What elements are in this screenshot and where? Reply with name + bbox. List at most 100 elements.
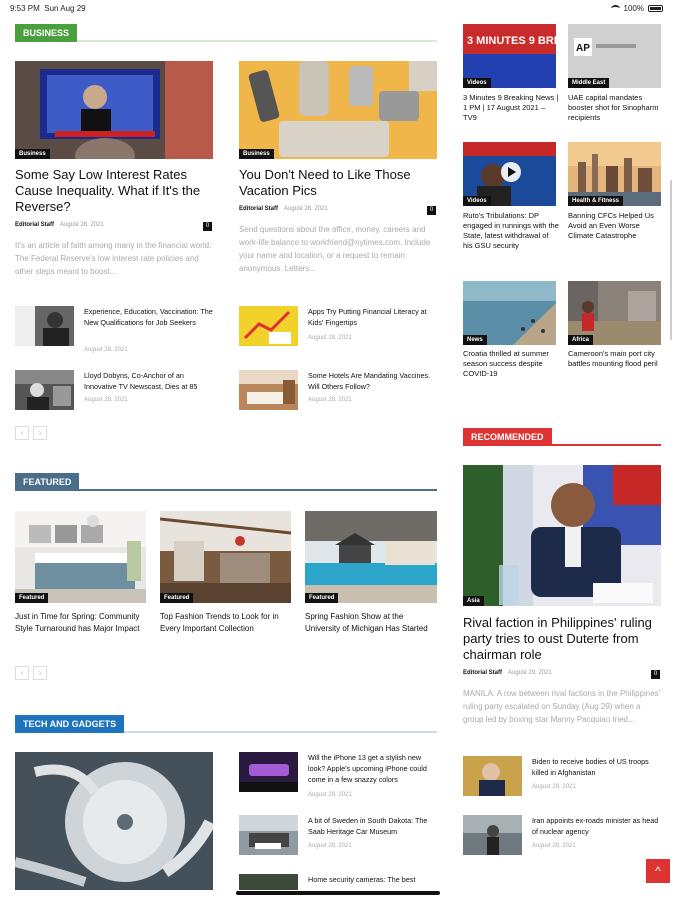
prev-page-button[interactable]: ‹ [15,426,29,440]
article-thumbnail[interactable] [15,752,213,890]
article-meta: Editorial Staff August 28, 2021 [15,222,104,228]
sidebar-caption[interactable]: Banning CFCs Helped Us Avoid an Even Wor… [568,211,664,241]
author-link[interactable]: Editorial Staff [463,670,502,676]
thumb-category-label[interactable]: Africa [568,335,594,345]
article-thumbnail[interactable]: Business [239,61,437,159]
sidebar-thumbnail[interactable]: Videos [463,142,556,206]
thumb-category-label[interactable]: Videos [463,196,491,206]
sidebar-caption[interactable]: Croatia thrilled at summer season succes… [463,349,559,379]
business-tag[interactable]: BUSINESS [15,24,78,42]
battery-icon [648,5,663,12]
article-excerpt: Send questions about the office, money, … [239,225,431,273]
small-thumbnail[interactable] [239,815,298,855]
small-article-title[interactable]: Experience, Education, Vaccination: The … [84,306,214,328]
sidebar-caption[interactable]: 3 Minutes 9 Breaking News | 1 PM | 17 Au… [463,93,559,123]
article-date: August 28, 2021 [308,397,352,403]
article-date: August 28, 2021 [84,347,128,353]
chevron-up-icon: ^ [655,864,661,878]
thumb-category-label[interactable]: Business [239,149,274,159]
small-article-title[interactable]: A bit of Sweden in South Dakota: The Saa… [308,815,438,837]
author-link[interactable]: Editorial Staff [239,206,278,212]
news-anchor-image [15,61,213,159]
thumb-category-label[interactable]: Health & Fitness [568,196,624,206]
article-date: August 29, 2021 [532,843,576,849]
comment-count-badge[interactable]: 0 [427,206,436,215]
featured-title[interactable]: Top Fashion Trends to Look for in Every … [160,611,295,635]
article-date: August 28, 2021 [84,397,128,403]
sidebar-thumbnail[interactable]: News [463,281,556,345]
ap-logo-text: AP [576,43,590,54]
article-meta: Editorial Staff August 28, 2021 [239,206,328,212]
small-article-title[interactable]: Home security cameras: The best [308,874,438,885]
small-article-title[interactable]: Lloyd Dobyns, Co-Anchor of an Innovative… [84,370,214,392]
article-date: August 29, 2021 [308,792,352,798]
small-article-title[interactable]: Biden to receive bodies of US troops kil… [532,756,662,778]
next-page-button[interactable]: › [33,426,47,440]
home-indicator[interactable] [236,891,440,895]
article-excerpt: MANILA: A row between rival factions in … [463,689,661,724]
article-title[interactable]: You Don't Need to Like Those Vacation Pi… [239,167,439,199]
article-thumbnail[interactable]: Asia [463,465,661,606]
small-thumbnail[interactable] [15,370,74,410]
comment-count-badge[interactable]: 0 [651,670,660,679]
thumb-category-label[interactable]: Featured [15,593,49,603]
featured-pager: ‹ › [15,666,47,680]
featured-thumbnail[interactable]: Featured [305,511,437,603]
small-article-title[interactable]: Iran appoints ex-roads minister as head … [532,815,662,837]
featured-thumbnail[interactable]: Featured [160,511,291,603]
featured-section-header: FEATURED [15,473,437,491]
small-article-title[interactable]: Apps Try Putting Financial Literacy at K… [308,306,438,328]
scroll-to-top-button[interactable]: ^ [646,859,670,883]
next-page-button[interactable]: › [33,666,47,680]
tech-tag[interactable]: TECH AND GADGETS [15,715,125,733]
glitter-objects-image [239,61,437,159]
thumb-category-label[interactable]: Business [15,149,50,159]
page-scrollbar[interactable] [670,180,672,340]
article-date: August 29, 2021 [532,784,576,790]
sidebar-caption[interactable]: Cameroon's main port city battles mounti… [568,349,664,369]
small-thumbnail[interactable] [239,874,298,890]
article-date: August 29, 2021 [308,843,352,849]
small-thumbnail[interactable] [15,306,74,346]
small-thumbnail[interactable] [463,756,522,796]
featured-thumbnail[interactable]: Featured [15,511,146,603]
business-section-header: BUSINESS [15,24,437,42]
thumb-category-label[interactable]: Asia [463,596,484,606]
small-thumbnail[interactable] [463,815,522,855]
article-date: August 29, 2021 [508,670,552,676]
thumb-category-label[interactable]: Middle East [568,78,610,88]
recommended-tag[interactable]: RECOMMENDED [463,428,552,446]
thumb-category-label[interactable]: Featured [305,593,339,603]
featured-title[interactable]: Spring Fashion Show at the University of… [305,611,437,635]
sidebar-thumbnail[interactable]: Health & Fitness [568,142,661,206]
tv9-overlay-text: 3 MINUTES 9 BREAKING [467,35,556,47]
article-thumbnail[interactable]: Business [15,61,213,159]
prev-page-button[interactable]: ‹ [15,666,29,680]
small-article-title[interactable]: Some Hotels Are Mandating Vaccines. Will… [308,370,438,392]
hurricane-satellite-image [15,752,213,890]
sidebar-thumbnail[interactable]: AP Middle East [568,24,661,88]
article-title[interactable]: Some Say Low Interest Rates Cause Inequa… [15,167,215,215]
small-thumbnail[interactable] [239,752,298,792]
business-pager: ‹ › [15,426,47,440]
comment-count-badge[interactable]: 0 [203,222,212,231]
article-title[interactable]: Rival faction in Philippines' ruling par… [463,615,663,663]
article-excerpt: It's an article of faith among many in t… [15,241,212,276]
sidebar-thumbnail[interactable]: 3 MINUTES 9 BREAKING Videos [463,24,556,88]
article-date: August 28, 2021 [308,335,352,341]
sidebar-caption[interactable]: UAE capital mandates booster shot for Si… [568,93,664,123]
small-thumbnail[interactable] [239,306,298,346]
sidebar-thumbnail[interactable]: Africa [568,281,661,345]
thumb-category-label[interactable]: News [463,335,487,345]
author-link[interactable]: Editorial Staff [15,222,54,228]
small-thumbnail[interactable] [239,370,298,410]
featured-title[interactable]: Just in Time for Spring: Community Style… [15,611,146,635]
sidebar-caption[interactable]: Ruto's Tribulations: DP engaged in runni… [463,211,559,251]
thumb-category-label[interactable]: Featured [160,593,194,603]
recommended-section-header: RECOMMENDED [463,428,661,446]
status-time: 9:53 PM Sun Aug 29 [10,4,86,13]
duterte-photo [463,465,661,606]
small-article-title[interactable]: Will the iPhone 13 get a stylish new loo… [308,752,438,785]
thumb-category-label[interactable]: Videos [463,78,491,88]
featured-tag[interactable]: FEATURED [15,473,80,491]
